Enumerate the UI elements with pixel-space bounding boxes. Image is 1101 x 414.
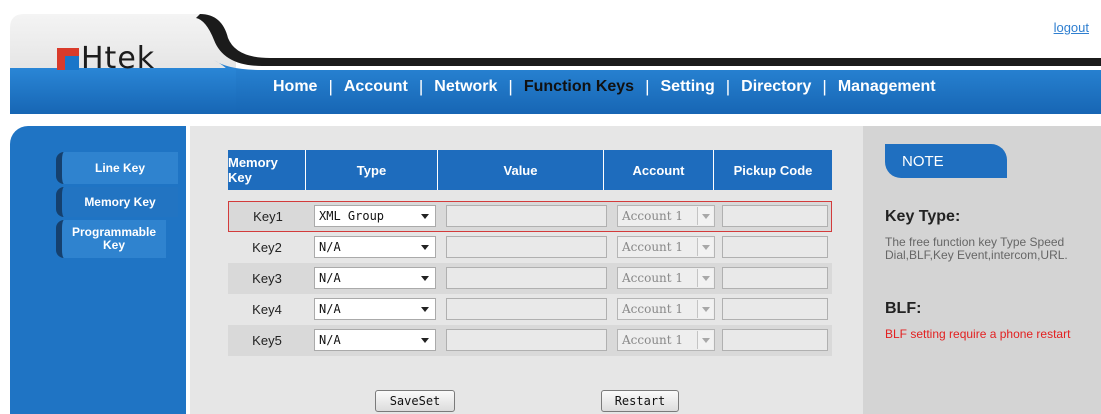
nav-separator: | — [418, 77, 424, 96]
chevron-down-icon — [697, 269, 713, 287]
nav-separator: | — [508, 77, 513, 96]
chevron-down-icon — [421, 338, 429, 343]
note-panel: NOTE Key Type: The free function key Typ… — [863, 126, 1101, 414]
value-input[interactable] — [446, 236, 607, 258]
nav-home[interactable]: Home — [273, 78, 317, 96]
chevron-down-icon — [697, 300, 713, 318]
blf-heading: BLF: — [885, 300, 922, 317]
table-row: Key2 N/A Account 1 — [228, 232, 832, 263]
main-nav: Home | Account | Network | Function Keys… — [273, 76, 936, 98]
key-label: Key3 — [252, 271, 282, 286]
note-tab: NOTE — [885, 144, 1007, 178]
chevron-down-icon — [697, 238, 713, 256]
column-account: Account — [604, 150, 714, 190]
sidebar-item-line-key[interactable]: Line Key — [56, 152, 178, 184]
account-select[interactable]: Account 1 — [617, 267, 715, 289]
pickup-code-input[interactable] — [722, 267, 828, 289]
key-label: Key4 — [252, 302, 282, 317]
chevron-down-icon — [421, 307, 429, 312]
key-label: Key5 — [252, 333, 282, 348]
account-select[interactable]: Account 1 — [617, 329, 715, 351]
type-select-value: N/A — [319, 333, 341, 347]
key-label: Key1 — [253, 209, 283, 224]
page: logout Htek Home | Account | Network | F… — [0, 0, 1101, 414]
save-button[interactable]: SaveSet — [375, 390, 455, 412]
account-select[interactable]: Account 1 — [617, 298, 715, 320]
nav-setting[interactable]: Setting — [661, 78, 715, 96]
account-select-value: Account 1 — [622, 333, 684, 347]
nav-function-keys[interactable]: Function Keys — [524, 78, 634, 96]
blf-description: BLF setting require a phone restart — [885, 327, 1071, 341]
pickup-code-input[interactable] — [722, 329, 828, 351]
chevron-down-icon — [697, 207, 713, 225]
type-select-value: N/A — [319, 271, 341, 285]
nav-management[interactable]: Management — [838, 78, 936, 96]
key-type-heading: Key Type: — [885, 208, 961, 225]
type-select[interactable]: N/A — [314, 298, 436, 320]
pickup-code-input[interactable] — [722, 205, 828, 227]
value-input[interactable] — [446, 205, 607, 227]
column-value: Value — [438, 150, 604, 190]
header-banner — [10, 14, 1101, 114]
sidebar-item-programmable-key[interactable]: Programmable Key — [56, 220, 166, 258]
nav-directory[interactable]: Directory — [741, 78, 811, 96]
nav-separator: | — [725, 77, 731, 96]
column-pickup-code: Pickup Code — [714, 150, 832, 190]
chevron-down-icon — [421, 276, 429, 281]
column-type: Type — [306, 150, 438, 190]
sidebar-item-memory-key[interactable]: Memory Key — [56, 187, 178, 217]
key-type-description: The free function key Type Speed Dial,BL… — [885, 235, 1068, 262]
logo-text: Htek — [81, 41, 156, 76]
account-select-value: Account 1 — [622, 209, 684, 223]
type-select-value: XML Group — [319, 209, 385, 223]
htek-logo: Htek — [57, 44, 155, 74]
function-keys-panel: Memory Key Type Value Account Pickup Cod… — [190, 126, 863, 414]
type-select-value: N/A — [319, 240, 341, 254]
value-input[interactable] — [446, 329, 607, 351]
account-select-value: Account 1 — [622, 271, 684, 285]
account-select-value: Account 1 — [622, 240, 684, 254]
value-input[interactable] — [446, 267, 607, 289]
table-row: Key3 N/A Account 1 — [228, 263, 832, 294]
table-row: Key1 XML Group Account 1 — [228, 201, 832, 232]
type-select[interactable]: XML Group — [314, 205, 436, 227]
sidebar: Line Key Memory Key Programmable Key — [10, 126, 186, 414]
key-label: Key2 — [252, 240, 282, 255]
sidebar-item-label: Programmable Key — [71, 225, 157, 252]
chevron-down-icon — [697, 331, 713, 349]
nav-account[interactable]: Account — [344, 78, 408, 96]
nav-network[interactable]: Network — [434, 78, 497, 96]
sidebar-item-label: Memory Key — [84, 194, 156, 209]
pickup-code-input[interactable] — [722, 298, 828, 320]
table-row: Key5 N/A Account 1 — [228, 325, 832, 356]
logout-link[interactable]: logout — [1054, 20, 1089, 35]
nav-separator: | — [328, 77, 333, 96]
type-select-value: N/A — [319, 302, 341, 316]
column-memory-key: Memory Key — [228, 150, 306, 190]
table-header: Memory Key Type Value Account Pickup Cod… — [228, 150, 832, 190]
type-select[interactable]: N/A — [314, 329, 436, 351]
table-row: Key4 N/A Account 1 — [228, 294, 832, 325]
account-select[interactable]: Account 1 — [617, 205, 715, 227]
account-select-value: Account 1 — [622, 302, 684, 316]
sidebar-item-label: Line Key — [94, 160, 145, 175]
logo-mark-icon — [57, 48, 79, 70]
restart-button[interactable]: Restart — [601, 390, 679, 412]
type-select[interactable]: N/A — [314, 236, 436, 258]
nav-separator: | — [645, 77, 650, 96]
chevron-down-icon — [421, 245, 429, 250]
pickup-code-input[interactable] — [722, 236, 828, 258]
type-select[interactable]: N/A — [314, 267, 436, 289]
account-select[interactable]: Account 1 — [617, 236, 715, 258]
chevron-down-icon — [421, 214, 429, 219]
value-input[interactable] — [446, 298, 607, 320]
nav-separator: | — [822, 77, 827, 96]
